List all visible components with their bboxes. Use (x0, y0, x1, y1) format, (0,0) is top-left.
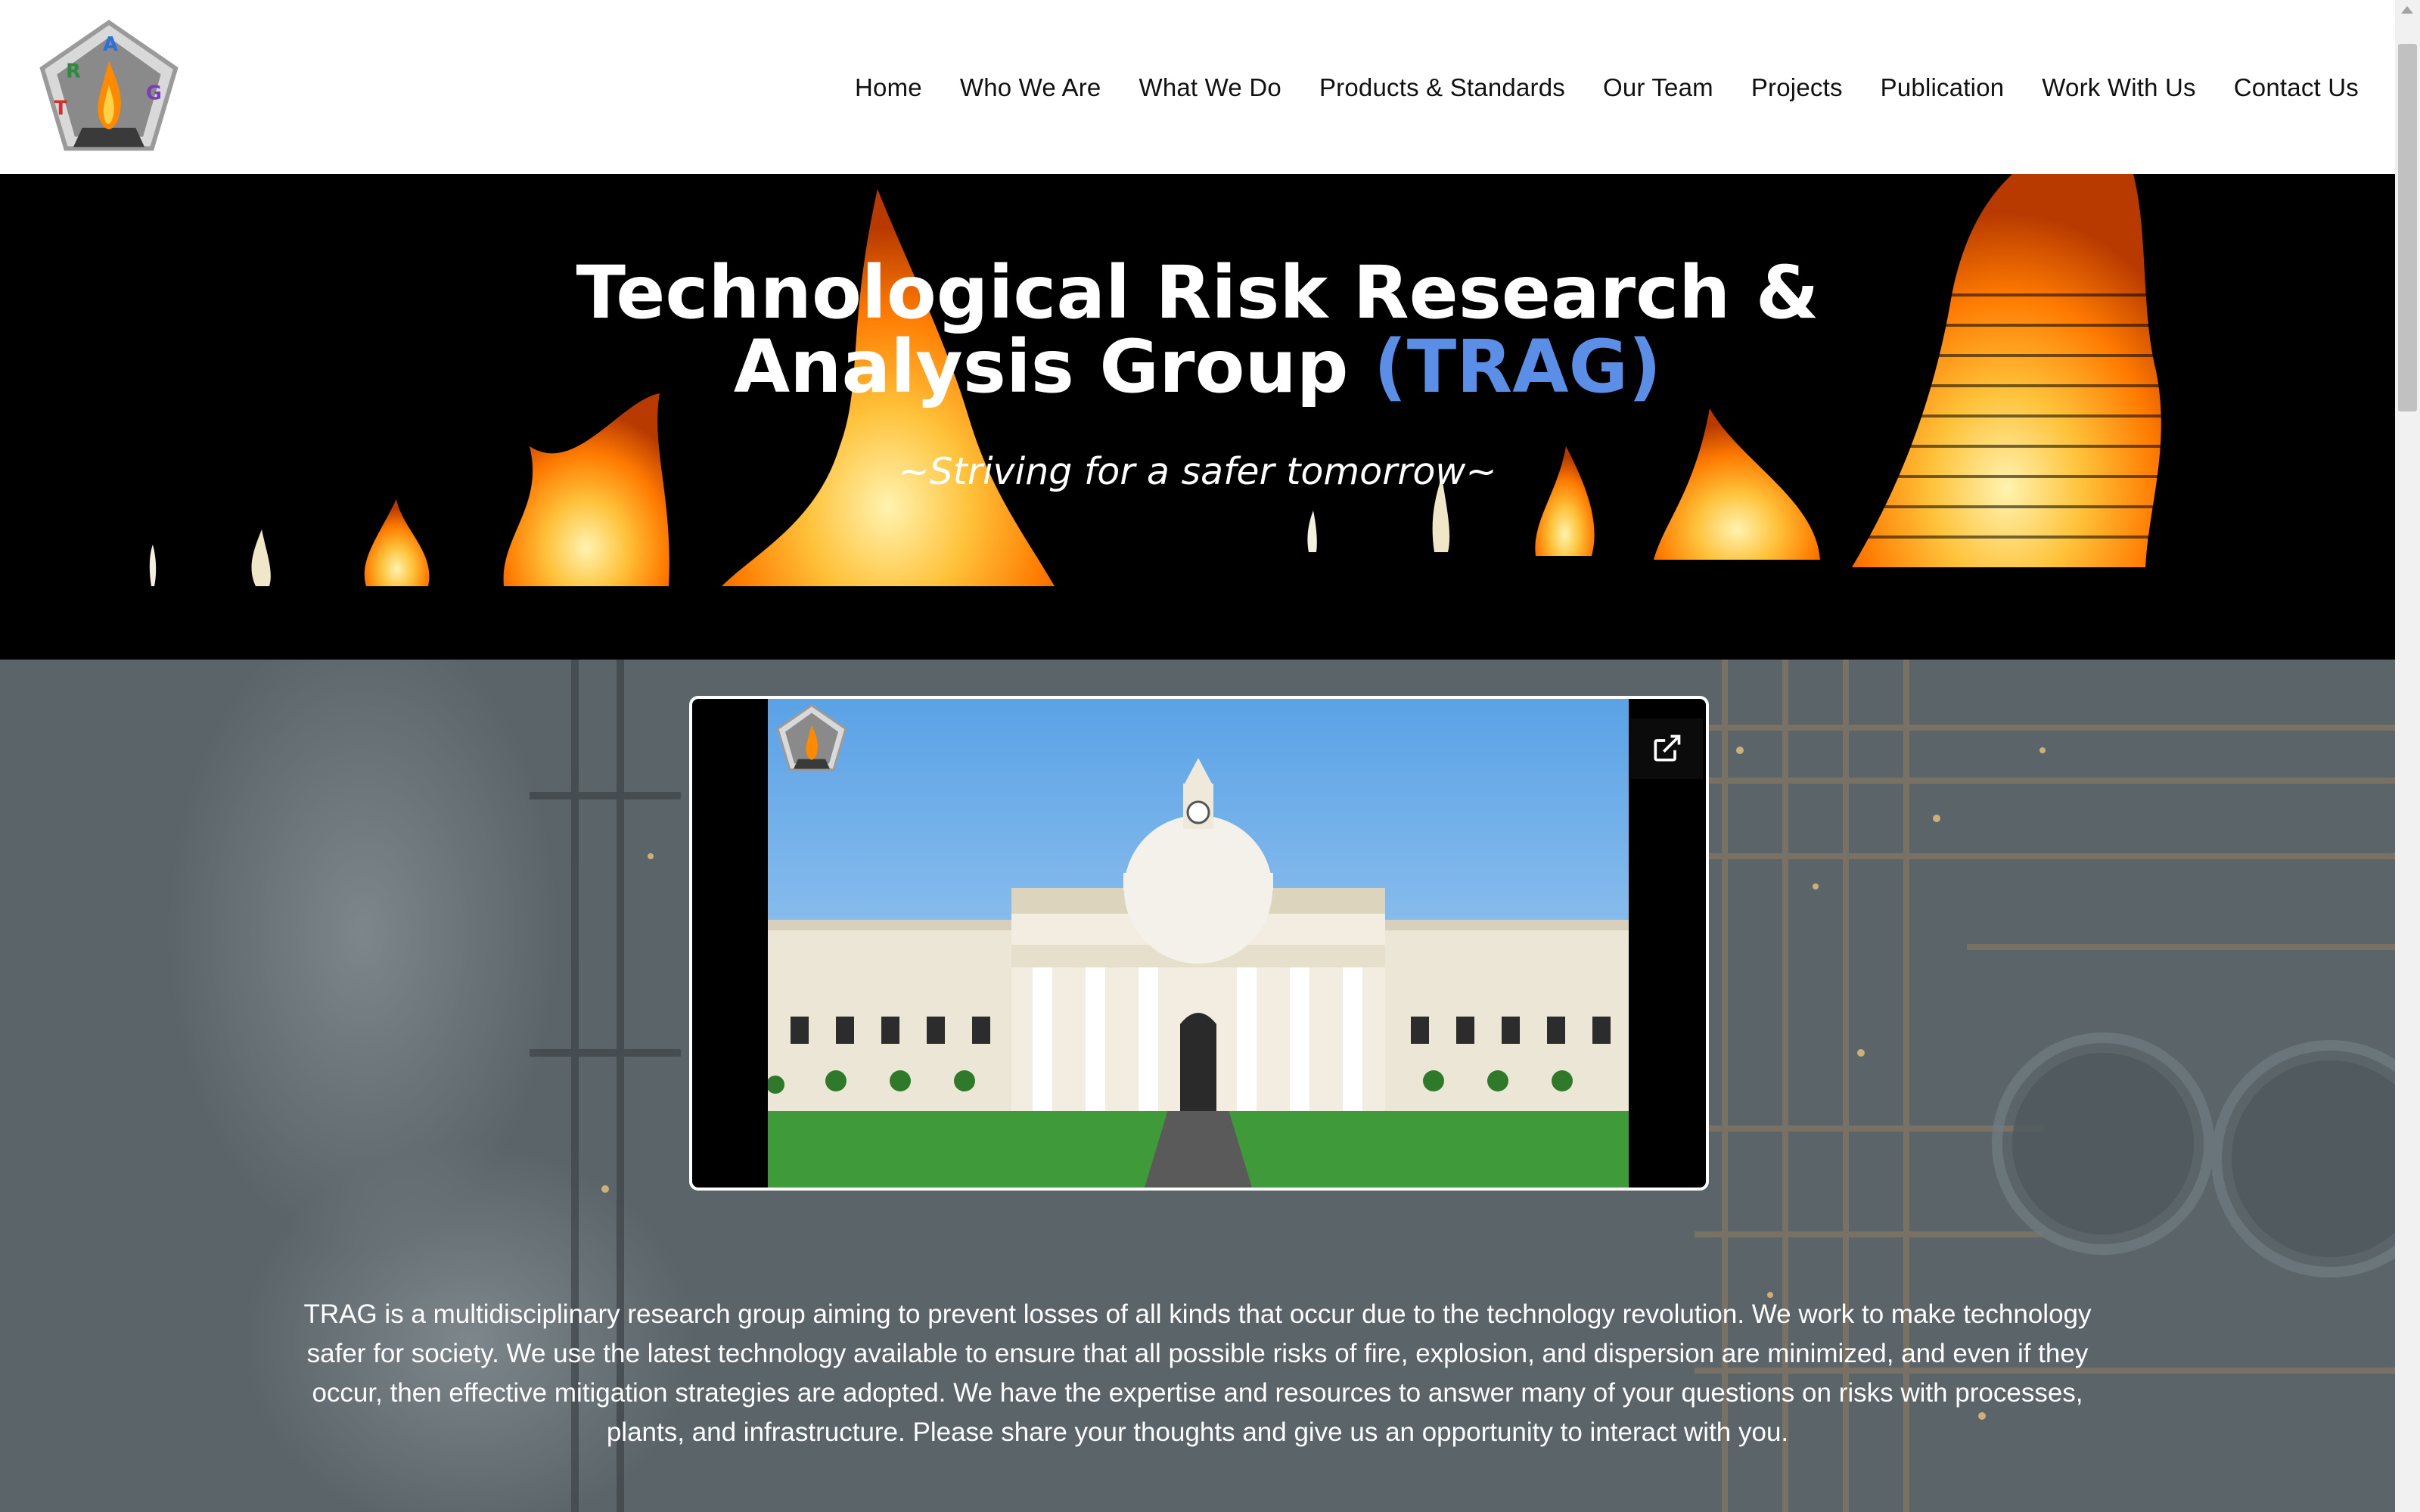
trag-logo[interactable]: R A G T (35, 15, 183, 159)
nav-what-we-do[interactable]: What We Do (1139, 73, 1281, 102)
nav-our-team[interactable]: Our Team (1603, 73, 1713, 102)
hero-title-line1: Technological Risk Research & (576, 250, 1819, 335)
hero-title: Technological Risk Research & Analysis G… (0, 256, 2395, 404)
svg-text:A: A (103, 33, 118, 56)
nav-home[interactable]: Home (855, 73, 922, 102)
nav-work-with-us[interactable]: Work With Us (2042, 73, 2195, 102)
nav-projects[interactable]: Projects (1751, 73, 1843, 102)
hero-title-accent: (TRAG) (1373, 324, 1662, 409)
svg-text:G: G (146, 82, 162, 105)
external-link-icon[interactable] (1630, 719, 1703, 779)
page-scrollbar[interactable] (2395, 0, 2420, 1512)
svg-text:T: T (54, 97, 67, 120)
nav-publication[interactable]: Publication (1881, 73, 2005, 102)
campus-video-card[interactable] (689, 696, 1709, 1191)
flames-illustration (149, 174, 2164, 586)
hero-tagline: ~Striving for a safer tomorrow~ (898, 450, 1497, 493)
nav-products-standards[interactable]: Products & Standards (1319, 73, 1565, 102)
svg-text:R: R (66, 60, 81, 82)
intro-description: TRAG is a multidisciplinary research gro… (303, 1299, 2092, 1447)
hero-banner: Technological Risk Research & Analysis G… (0, 174, 2395, 660)
scroll-up-arrow-icon[interactable] (2401, 6, 2413, 14)
site-header: R A G T Home Who We Are What We Do Produ… (0, 0, 2395, 174)
hero-title-line2: Analysis Group (733, 324, 1374, 409)
campus-building-image (768, 699, 1629, 1188)
trag-logo-small (776, 703, 847, 771)
nav-contact-us[interactable]: Contact Us (2234, 73, 2359, 102)
nav-who-we-are[interactable]: Who We Are (960, 73, 1101, 102)
scrollbar-thumb[interactable] (2398, 44, 2417, 411)
main-nav: Home Who We Are What We Do Products & St… (855, 67, 2359, 109)
intro-section: TRAG is a multidisciplinary research gro… (0, 660, 2395, 1512)
